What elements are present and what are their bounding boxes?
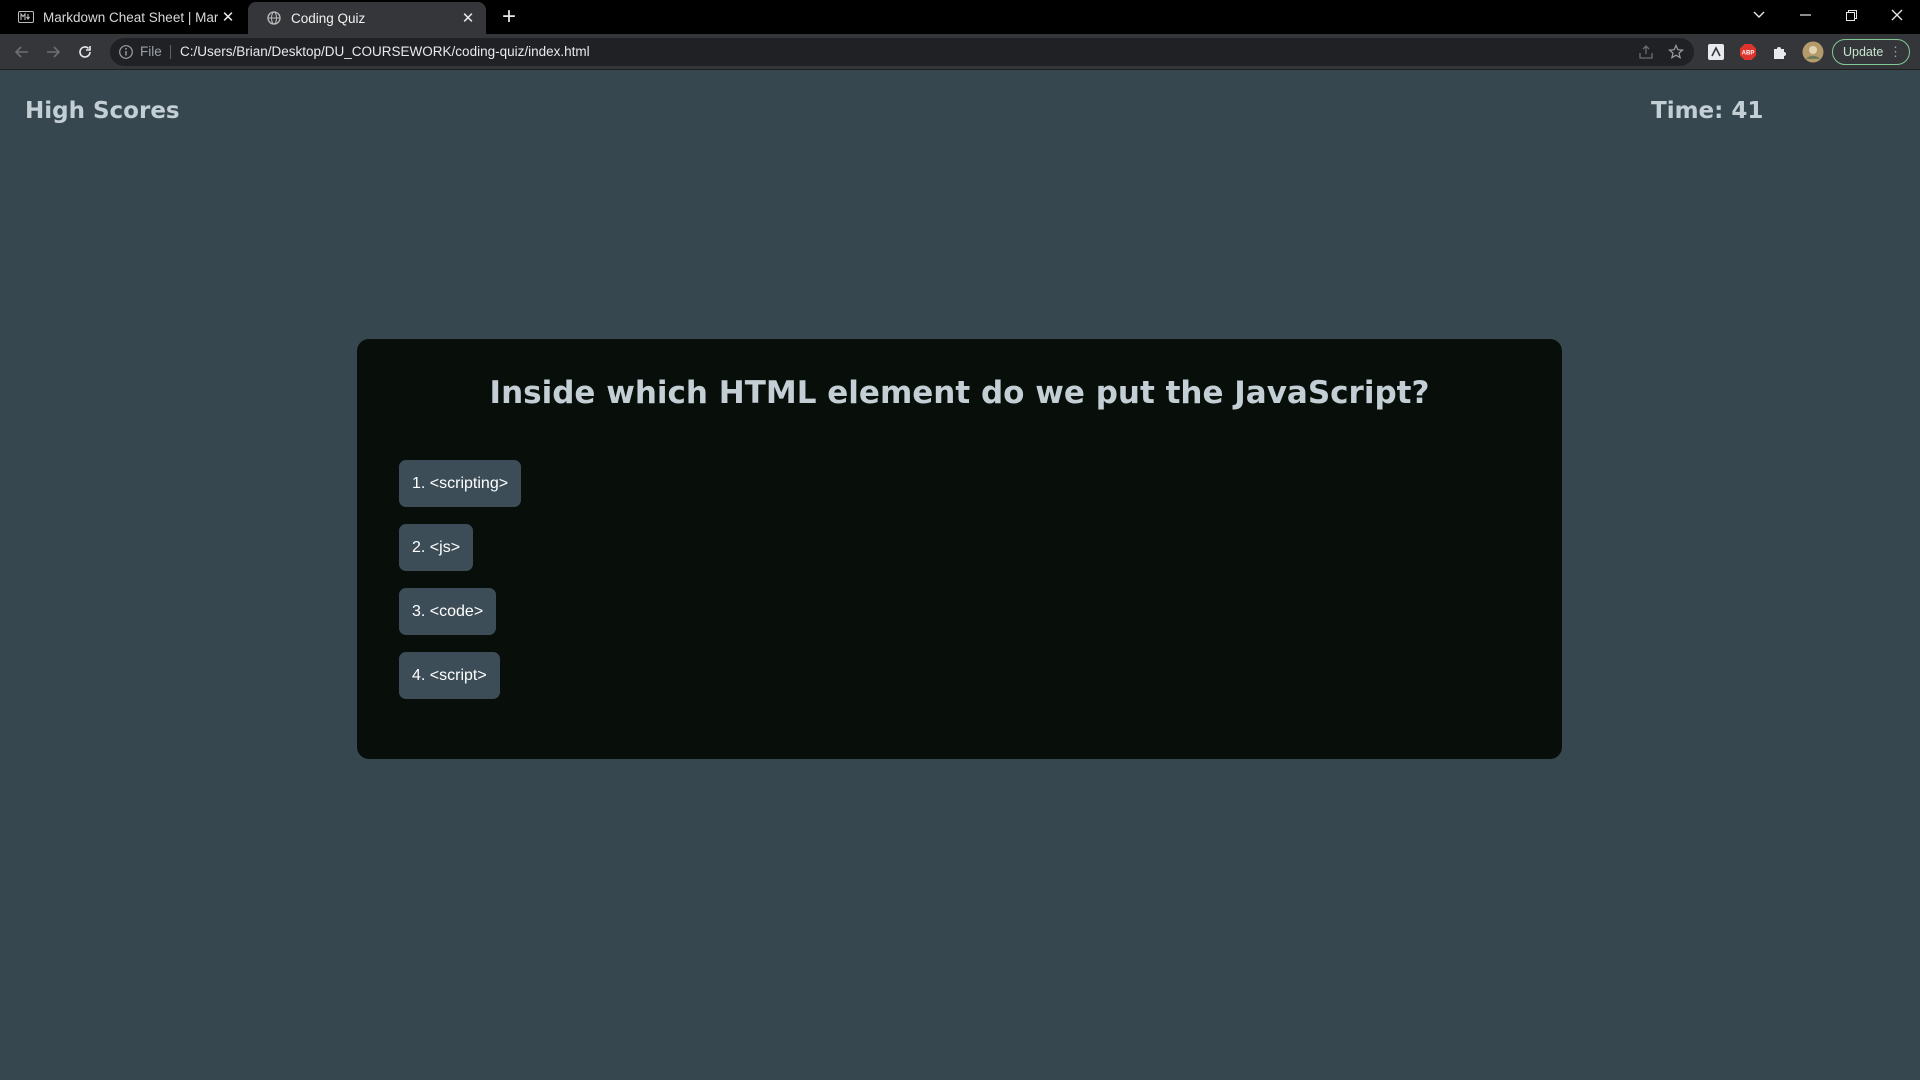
close-icon[interactable]: ✕ [218,7,238,27]
address-bar[interactable]: File C:/Users/Brian/Desktop/DU_COURSEWOR… [110,38,1694,66]
answer-list: 1. <scripting> 2. <js> 3. <code> 4. <scr… [399,460,522,699]
close-icon[interactable]: ✕ [458,8,478,28]
back-icon[interactable] [10,40,34,64]
adblock-icon[interactable]: ABP [1739,43,1757,61]
update-button[interactable]: Update ⋮ [1832,39,1910,65]
extension-icon[interactable] [1707,43,1725,61]
update-label: Update [1843,45,1884,59]
quiz-card: Inside which HTML element do we put the … [357,339,1562,759]
profile-avatar-icon[interactable] [1802,41,1824,63]
close-window-icon[interactable] [1874,0,1920,30]
browser-toolbar: File C:/Users/Brian/Desktop/DU_COURSEWOR… [0,34,1920,70]
answer-button-3[interactable]: 3. <code> [399,588,497,635]
tab-strip: Markdown Cheat Sheet | Markdown ✕ Coding… [0,0,1920,34]
question-text: Inside which HTML element do we put the … [489,375,1430,411]
info-icon[interactable] [118,44,134,60]
divider [170,45,171,59]
tab-markdown-cheat-sheet[interactable]: Markdown Cheat Sheet | Markdown ✕ [0,0,246,34]
new-tab-icon[interactable]: + [497,5,521,29]
restore-icon[interactable] [1828,0,1874,30]
tab-coding-quiz[interactable]: Coding Quiz ✕ [248,2,486,34]
scheme-label: File [140,44,162,59]
globe-icon [266,10,282,26]
tab-title: Markdown Cheat Sheet | Markdown [43,9,218,25]
answer-button-4[interactable]: 4. <script> [399,652,500,699]
minimize-icon[interactable] [1782,0,1828,30]
timer: Time: 41 [1651,98,1764,124]
answer-button-1[interactable]: 1. <scripting> [399,460,522,507]
bookmark-star-icon[interactable] [1668,44,1684,60]
share-icon[interactable] [1638,44,1654,60]
answer-button-2[interactable]: 2. <js> [399,524,474,571]
tab-search-chevron-icon[interactable] [1736,0,1782,30]
reload-icon[interactable] [73,40,97,64]
markdown-icon [18,9,34,25]
forward-icon[interactable] [41,40,65,64]
svg-text:ABP: ABP [1742,51,1755,57]
high-scores-link[interactable]: High Scores [25,98,180,124]
url-text[interactable]: C:/Users/Brian/Desktop/DU_COURSEWORK/cod… [180,44,590,59]
menu-kebab-icon[interactable]: ⋮ [1889,44,1902,60]
tab-title: Coding Quiz [291,10,366,26]
puzzle-extensions-icon[interactable] [1771,43,1789,61]
